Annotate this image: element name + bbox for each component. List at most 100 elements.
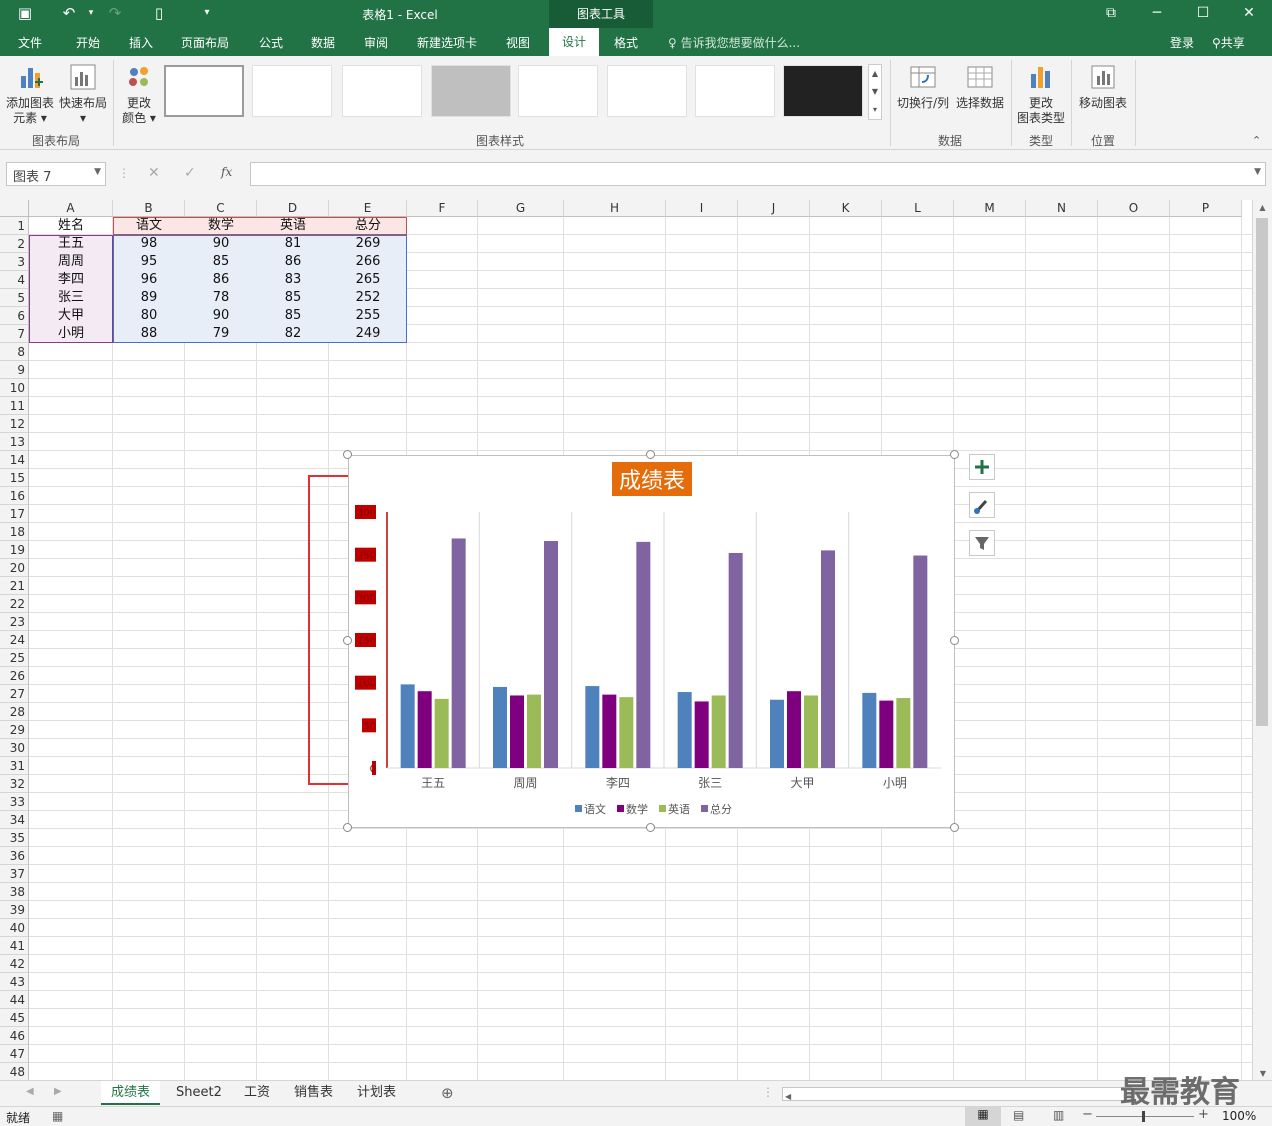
chart-object[interactable]: 成绩表 0 50 100 150 200 250 300 王五 周周 李四 张三 大甲 小明 语文 数学 英语 总… (348, 455, 955, 828)
quick-layout-button[interactable]: 快速布局 ▾ (58, 62, 108, 126)
table-cell[interactable]: 255 (329, 307, 407, 325)
normal-view-icon[interactable]: ▦ (965, 1107, 1001, 1126)
resize-handle-tr[interactable] (950, 450, 959, 459)
chevron-down-icon[interactable]: ▼ (94, 167, 101, 177)
table-header-cell[interactable]: 英语 (257, 217, 329, 235)
table-cell[interactable]: 大甲 (29, 307, 113, 325)
row-header[interactable]: 3 (0, 253, 29, 271)
row-header[interactable]: 2 (0, 235, 29, 253)
customize-toolbar-icon[interactable]: ▾ (196, 7, 218, 18)
table-header-cell[interactable]: 数学 (185, 217, 257, 235)
table-cell[interactable]: 98 (113, 235, 185, 253)
chart-styles-button[interactable] (969, 492, 995, 518)
row-header[interactable]: 39 (0, 901, 29, 919)
tab-formulas[interactable]: 公式 (259, 34, 283, 51)
save-icon[interactable]: ▣ (14, 4, 36, 22)
next-sheet-icon[interactable]: ▶ (54, 1086, 62, 1097)
row-header[interactable]: 22 (0, 595, 29, 613)
chart-style-1[interactable] (164, 65, 244, 117)
tab-view[interactable]: 视图 (506, 34, 530, 51)
share-button[interactable]: ⚲共享 (1212, 34, 1245, 51)
table-cell[interactable]: 266 (329, 253, 407, 271)
row-header[interactable]: 18 (0, 523, 29, 541)
table-cell[interactable]: 82 (257, 325, 329, 343)
table-cell[interactable]: 王五 (29, 235, 113, 253)
row-header[interactable]: 40 (0, 919, 29, 937)
zoom-out-icon[interactable]: − (1082, 1107, 1093, 1122)
table-cell[interactable]: 周周 (29, 253, 113, 271)
resize-handle-bl[interactable] (343, 823, 352, 832)
column-header[interactable]: J (738, 200, 810, 217)
column-header[interactable]: A (29, 200, 113, 217)
row-header[interactable]: 37 (0, 865, 29, 883)
table-cell[interactable]: 90 (185, 235, 257, 253)
scroll-left-icon[interactable]: ◀ (783, 1092, 791, 1101)
table-cell[interactable]: 张三 (29, 289, 113, 307)
column-header[interactable]: E (329, 200, 407, 217)
table-cell[interactable]: 86 (257, 253, 329, 271)
row-header[interactable]: 48 (0, 1063, 29, 1080)
scroll-thumb[interactable] (1256, 218, 1268, 726)
scroll-up-icon[interactable]: ▲ (1253, 203, 1272, 212)
chart-style-3[interactable] (342, 65, 422, 117)
row-header[interactable]: 47 (0, 1045, 29, 1063)
table-cell[interactable]: 88 (113, 325, 185, 343)
row-header[interactable]: 34 (0, 811, 29, 829)
name-box[interactable]: 图表 7 ▼ (6, 162, 106, 186)
tab-file[interactable]: 文件 (18, 34, 42, 51)
table-cell[interactable]: 269 (329, 235, 407, 253)
tab-format[interactable]: 格式 (614, 34, 638, 51)
chart-style-5[interactable] (518, 65, 598, 117)
maximize-button[interactable]: ☐ (1180, 0, 1226, 28)
chart-style-6[interactable] (607, 65, 687, 117)
row-header[interactable]: 5 (0, 289, 29, 307)
table-cell[interactable]: 95 (113, 253, 185, 271)
row-header[interactable]: 12 (0, 415, 29, 433)
resize-handle-b[interactable] (646, 823, 655, 832)
zoom-in-icon[interactable]: + (1198, 1107, 1209, 1122)
column-header[interactable]: H (564, 200, 666, 217)
tab-insert[interactable]: 插入 (129, 34, 153, 51)
gallery-scroll[interactable]: ▲ ▼ ▾ (868, 64, 882, 120)
table-cell[interactable]: 80 (113, 307, 185, 325)
row-header[interactable]: 13 (0, 433, 29, 451)
resize-handle-tl[interactable] (343, 450, 352, 459)
resize-handle-t[interactable] (646, 450, 655, 459)
chart-style-8[interactable] (783, 65, 863, 117)
tab-page-layout[interactable]: 页面布局 (181, 34, 229, 51)
row-header[interactable]: 38 (0, 883, 29, 901)
column-header[interactable]: N (1026, 200, 1098, 217)
page-break-view-icon[interactable]: ▥ (1053, 1108, 1064, 1122)
macro-record-icon[interactable]: ▦ (52, 1109, 63, 1123)
row-header[interactable]: 35 (0, 829, 29, 847)
row-header[interactable]: 1 (0, 217, 29, 235)
column-header[interactable]: I (666, 200, 738, 217)
column-header[interactable]: C (185, 200, 257, 217)
row-header[interactable]: 20 (0, 559, 29, 577)
column-header[interactable]: P (1170, 200, 1242, 217)
table-cell[interactable]: 86 (185, 271, 257, 289)
table-header-cell[interactable]: 姓名 (29, 217, 113, 235)
horizontal-scrollbar[interactable]: ◀ (782, 1087, 1132, 1101)
row-header[interactable]: 42 (0, 955, 29, 973)
table-cell[interactable]: 79 (185, 325, 257, 343)
tab-data[interactable]: 数据 (311, 34, 335, 51)
row-header[interactable]: 11 (0, 397, 29, 415)
row-header[interactable]: 29 (0, 721, 29, 739)
table-header-cell[interactable]: 语文 (113, 217, 185, 235)
undo-icon[interactable]: ↶ (58, 4, 80, 22)
column-header[interactable]: G (478, 200, 564, 217)
row-header[interactable]: 15 (0, 469, 29, 487)
close-button[interactable]: ✕ (1226, 0, 1272, 28)
minimize-button[interactable]: ─ (1134, 0, 1180, 28)
chart-style-7[interactable] (695, 65, 775, 117)
zoom-level[interactable]: 100% (1222, 1109, 1256, 1123)
row-header[interactable]: 45 (0, 1009, 29, 1027)
scroll-down-icon[interactable]: ▼ (1253, 1069, 1272, 1078)
column-header[interactable]: M (954, 200, 1026, 217)
row-header[interactable]: 8 (0, 343, 29, 361)
column-header[interactable]: D (257, 200, 329, 217)
chart-style-2[interactable] (252, 65, 332, 117)
table-cell[interactable]: 265 (329, 271, 407, 289)
row-header[interactable]: 24 (0, 631, 29, 649)
